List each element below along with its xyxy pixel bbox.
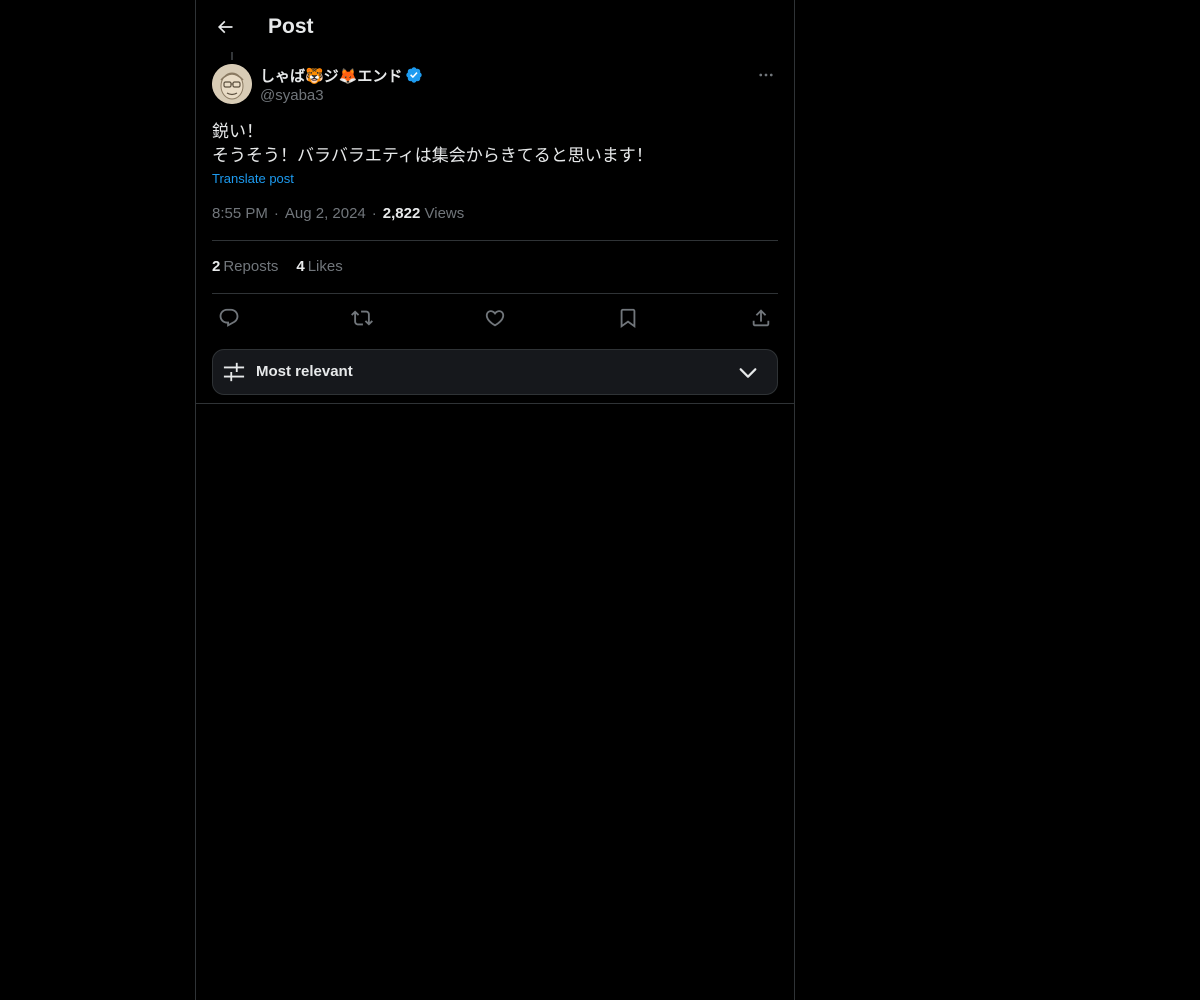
user-handle[interactable]: @syaba3 xyxy=(260,86,423,106)
more-options-button[interactable] xyxy=(754,64,778,86)
post-text-line: 鋭い！ xyxy=(212,122,263,141)
reposts-count: 2 xyxy=(212,258,221,275)
section-divider xyxy=(196,403,794,404)
verified-badge-icon[interactable] xyxy=(405,66,423,84)
divider xyxy=(212,293,778,294)
views-label: Views xyxy=(424,205,465,222)
thread-connector-line xyxy=(231,52,233,60)
reposts-stat[interactable]: 2 Reposts xyxy=(212,257,278,277)
action-bar xyxy=(212,304,778,332)
heart-icon xyxy=(485,310,505,327)
back-button[interactable] xyxy=(208,10,242,44)
share-button[interactable] xyxy=(744,304,778,332)
repost-icon xyxy=(351,310,373,326)
more-dots-icon xyxy=(759,73,773,77)
translate-post-link[interactable]: Translate post xyxy=(212,170,294,188)
avatar-image xyxy=(212,64,252,104)
arrow-left-icon xyxy=(217,20,233,34)
chevron-down-icon xyxy=(739,368,757,378)
page-title: Post xyxy=(268,15,314,38)
engagement-stats: 2 Reposts 4 Likes xyxy=(212,257,361,277)
reply-button[interactable] xyxy=(212,304,246,332)
likes-count: 4 xyxy=(296,258,305,275)
avatar[interactable] xyxy=(212,64,252,104)
display-name[interactable]: しゃば🐯ジ🦊エンド xyxy=(260,65,402,86)
reply-sort-dropdown[interactable]: Most relevant xyxy=(212,349,778,395)
share-icon xyxy=(752,309,770,327)
repost-button[interactable] xyxy=(345,304,379,332)
main-column: Post しゃば🐯ジ🦊エンド @syaba3 鋭い！ そうそう！バラバラエティは… xyxy=(195,0,795,1000)
likes-label: Likes xyxy=(307,258,343,275)
likes-stat[interactable]: 4 Likes xyxy=(296,257,342,277)
separator-dot: · xyxy=(273,205,279,222)
post-text: 鋭い！ そうそう！バラバラエティは集会からきてると思います！ xyxy=(212,120,778,168)
bookmark-icon xyxy=(620,308,636,329)
post-text-line: そうそう！バラバラエティは集会からきてると思います！ xyxy=(212,146,653,165)
like-button[interactable] xyxy=(478,304,512,332)
sliders-icon xyxy=(223,362,245,382)
reposts-label: Reposts xyxy=(223,258,279,275)
post-date[interactable]: Aug 2, 2024 xyxy=(285,205,366,222)
divider xyxy=(212,240,778,241)
post-time[interactable]: 8:55 PM xyxy=(212,205,268,222)
views-count: 2,822 xyxy=(382,205,421,222)
separator-dot: · xyxy=(371,205,377,222)
author-info: しゃば🐯ジ🦊エンド @syaba3 xyxy=(260,64,423,106)
sort-label: Most relevant xyxy=(256,363,353,380)
post-metadata: 8:55 PM · Aug 2, 2024 · 2,822 Views xyxy=(212,204,464,224)
bookmark-button[interactable] xyxy=(611,304,645,332)
page-header: Post xyxy=(196,0,794,53)
reply-icon xyxy=(219,308,239,327)
